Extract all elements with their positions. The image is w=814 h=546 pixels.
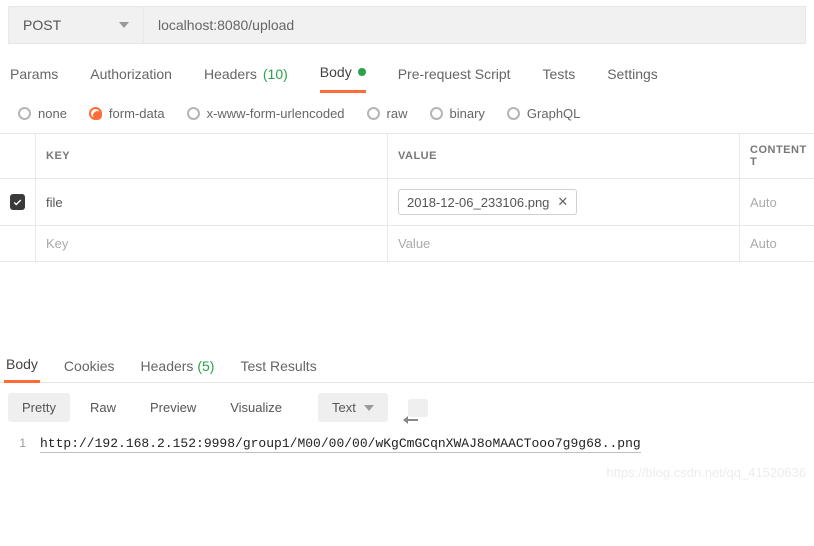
- radio-none[interactable]: none: [18, 106, 67, 121]
- view-preview[interactable]: Preview: [136, 393, 210, 422]
- row-checkbox-cell: [0, 226, 36, 261]
- col-key: KEY: [36, 134, 388, 178]
- http-method-label: POST: [23, 17, 61, 33]
- response-mode-label: Text: [332, 400, 356, 415]
- radio-icon: [18, 107, 31, 120]
- radio-x-www-form-urlencoded[interactable]: x-www-form-urlencoded: [187, 106, 345, 121]
- col-content-type: CONTENT T: [740, 134, 814, 178]
- tab-headers-count: (10): [263, 66, 288, 82]
- radio-icon: [187, 107, 200, 120]
- chevron-down-icon: [119, 22, 129, 28]
- tab-headers-label: Headers: [204, 66, 257, 82]
- radio-form-data-label: form-data: [109, 106, 165, 121]
- checkbox-checked-icon: [10, 194, 25, 210]
- response-body: 1 http://192.168.2.152:9998/group1/M00/0…: [0, 432, 814, 467]
- view-visualize[interactable]: Visualize: [216, 393, 296, 422]
- radio-icon: [367, 107, 380, 120]
- response-toolbar: Pretty Raw Preview Visualize Text: [0, 383, 814, 432]
- response-tabs: Body Cookies Headers (5) Test Results: [0, 342, 814, 383]
- resp-tab-headers[interactable]: Headers (5): [139, 352, 217, 382]
- checkbox-col: [0, 134, 36, 178]
- row-key[interactable]: file: [36, 179, 388, 225]
- radio-xwww-label: x-www-form-urlencoded: [207, 106, 345, 121]
- response-line[interactable]: http://192.168.2.152:9998/group1/M00/00/…: [40, 436, 641, 453]
- resp-tab-cookies[interactable]: Cookies: [62, 352, 117, 382]
- chevron-down-icon: [364, 405, 374, 411]
- tab-params[interactable]: Params: [10, 57, 58, 92]
- col-value: VALUE: [388, 134, 740, 178]
- resp-tab-headers-label: Headers: [141, 358, 194, 374]
- radio-binary[interactable]: binary: [430, 106, 485, 121]
- close-icon[interactable]: ✕: [557, 194, 568, 210]
- table-row: file 2018-12-06_233106.png ✕ Auto: [0, 179, 814, 226]
- radio-raw-label: raw: [387, 106, 408, 121]
- tab-tests[interactable]: Tests: [543, 57, 576, 92]
- resp-tab-body[interactable]: Body: [4, 350, 40, 383]
- radio-form-data[interactable]: form-data: [89, 106, 165, 121]
- radio-graphql[interactable]: GraphQL: [507, 106, 580, 121]
- body-type-selector: none form-data x-www-form-urlencoded raw…: [0, 94, 814, 133]
- row-value[interactable]: 2018-12-06_233106.png ✕: [388, 179, 740, 225]
- radio-icon: [507, 107, 520, 120]
- tab-pre-request-script[interactable]: Pre-request Script: [398, 57, 511, 92]
- form-data-table: KEY VALUE CONTENT T file 2018-12-06_2331…: [0, 133, 814, 262]
- radio-raw[interactable]: raw: [367, 106, 408, 121]
- tab-authorization[interactable]: Authorization: [90, 57, 172, 92]
- view-raw[interactable]: Raw: [76, 393, 130, 422]
- wrap-line-button[interactable]: [408, 399, 428, 417]
- row-value-placeholder[interactable]: Value: [388, 226, 740, 261]
- url-input[interactable]: [144, 6, 806, 44]
- radio-icon: [89, 107, 102, 120]
- row-content-type[interactable]: Auto: [740, 179, 814, 225]
- row-content-type-placeholder[interactable]: Auto: [740, 226, 814, 261]
- response-mode-dropdown[interactable]: Text: [318, 393, 388, 422]
- file-chip[interactable]: 2018-12-06_233106.png ✕: [398, 189, 577, 215]
- file-chip-name: 2018-12-06_233106.png: [407, 195, 549, 210]
- tab-body-label: Body: [320, 64, 352, 80]
- view-pretty[interactable]: Pretty: [8, 393, 70, 422]
- radio-binary-label: binary: [450, 106, 485, 121]
- table-row-placeholder: Key Value Auto: [0, 226, 814, 262]
- resp-tab-test-results[interactable]: Test Results: [238, 352, 318, 382]
- request-tabs: Params Authorization Headers (10) Body P…: [0, 54, 814, 94]
- radio-graphql-label: GraphQL: [527, 106, 580, 121]
- http-method-dropdown[interactable]: POST: [8, 6, 144, 44]
- dot-indicator-icon: [358, 68, 366, 76]
- watermark: https://blog.csdn.net/qq_41520636: [0, 465, 814, 480]
- radio-none-label: none: [38, 106, 67, 121]
- tab-body[interactable]: Body: [320, 55, 366, 93]
- tab-settings[interactable]: Settings: [607, 57, 658, 92]
- row-checkbox-cell[interactable]: [0, 179, 36, 225]
- resp-tab-headers-count: (5): [197, 358, 214, 374]
- line-number: 1: [8, 436, 26, 450]
- table-header: KEY VALUE CONTENT T: [0, 134, 814, 179]
- radio-icon: [430, 107, 443, 120]
- row-key-placeholder[interactable]: Key: [36, 226, 388, 261]
- tab-headers[interactable]: Headers (10): [204, 57, 288, 92]
